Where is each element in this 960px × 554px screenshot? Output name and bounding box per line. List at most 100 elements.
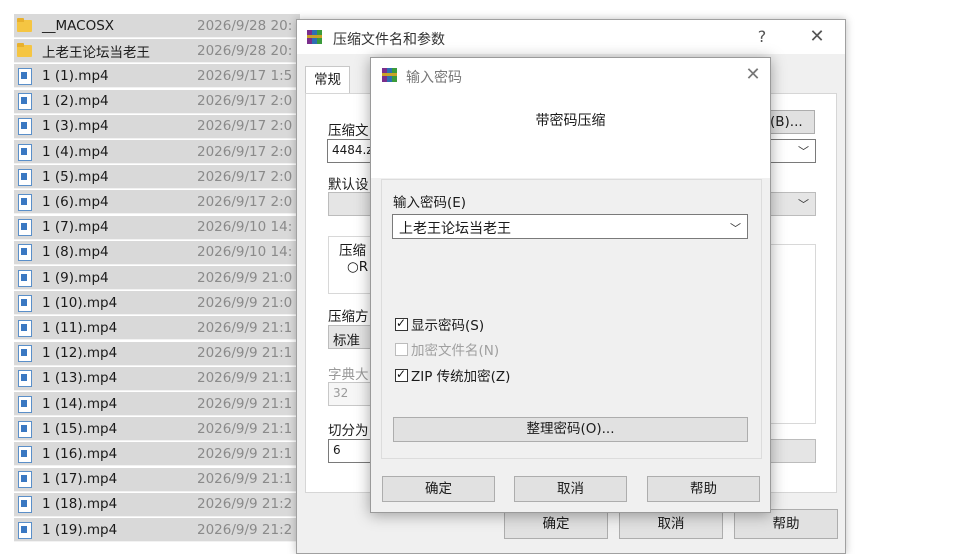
file-name: 1 (17).mp4 — [42, 471, 118, 488]
file-name: 1 (9).mp4 — [42, 269, 109, 286]
file-row[interactable]: video-file-icon 1 (5).mp4 2026/9/17 2:0 — [14, 165, 300, 190]
password-input[interactable]: 上老王论坛当老王 ﹀ — [392, 214, 748, 239]
file-name: __MACOSX — [42, 17, 115, 34]
video-file-icon: video-file-icon — [16, 218, 33, 237]
video-file-icon: video-file-icon — [16, 193, 33, 211]
close-icon[interactable]: ✕ — [803, 26, 831, 47]
chevron-down-icon[interactable]: ﹀ — [730, 220, 741, 236]
archive-name-dropdown[interactable]: ﹀ — [767, 139, 816, 163]
folder-icon: folder-icon — [16, 17, 33, 35]
file-name: 1 (6).mp4 — [42, 193, 109, 210]
password-dialog-titlebar: 输入密码 ✕ — [371, 58, 770, 92]
tab-general[interactable]: 常规 — [305, 66, 350, 94]
file-date: 2026/9/9 21:1 — [197, 445, 293, 462]
file-date: 2026/9/9 21:1 — [197, 420, 293, 437]
file-date: 2026/9/9 21:2 — [197, 521, 293, 538]
format-radio-label: R — [358, 259, 369, 275]
file-row[interactable]: video-file-icon 1 (9).mp4 2026/9/9 21:0 — [14, 266, 300, 290]
file-row[interactable]: video-file-icon 1 (10).mp4 2026/9/9 21:0 — [14, 291, 300, 316]
winrar-icon — [382, 67, 398, 83]
password-dialog: 输入密码 ✕ 带密码压缩 输入密码(E) 上老王论坛当老王 ﹀ 显示密码(S) … — [370, 57, 771, 513]
file-date: 2026/9/17 2:0 — [197, 143, 293, 160]
file-row[interactable]: video-file-icon 1 (15).mp4 2026/9/9 21:1 — [14, 417, 300, 442]
password-label: 输入密码(E) — [393, 195, 467, 211]
file-row[interactable]: video-file-icon 1 (11).mp4 2026/9/9 21:1 — [14, 316, 300, 341]
archive-ok-button[interactable]: 确定 — [504, 509, 608, 539]
password-dialog-heading: 带密码压缩 — [535, 113, 606, 129]
file-date: 2026/9/9 21:1 — [197, 471, 293, 488]
file-row[interactable]: video-file-icon 1 (19).mp4 2026/9/9 21:2 — [14, 518, 300, 542]
file-date: 2026/9/17 2:0 — [197, 193, 293, 210]
password-ok-button[interactable]: 确定 — [382, 476, 495, 502]
archive-cancel-button[interactable]: 取消 — [619, 509, 723, 539]
video-file-icon: video-file-icon — [16, 521, 33, 539]
file-date: 2026/9/17 2:0 — [197, 168, 293, 185]
file-row[interactable]: video-file-icon 1 (7).mp4 2026/9/10 14: — [14, 215, 300, 240]
parameters-button[interactable] — [767, 439, 816, 463]
dictionary-size-label: 字典大 — [328, 367, 369, 383]
file-date: 2026/9/10 14: — [197, 219, 293, 236]
checkbox-checked-icon[interactable] — [395, 367, 408, 382]
file-row[interactable]: folder-icon __MACOSX 2026/9/28 20: — [14, 14, 300, 38]
checkbox-unchecked-icon[interactable] — [395, 342, 408, 356]
file-name: 1 (14).mp4 — [42, 395, 118, 412]
password-cancel-button[interactable]: 取消 — [514, 476, 627, 502]
encrypt-filenames-checkbox[interactable]: 加密文件名(N) — [395, 339, 499, 359]
help-icon[interactable]: ? — [749, 27, 775, 46]
file-name: 1 (8).mp4 — [42, 244, 109, 261]
folder-icon: folder-icon — [16, 42, 33, 60]
file-name: 1 (5).mp4 — [42, 168, 109, 185]
file-row[interactable]: video-file-icon 1 (6).mp4 2026/9/17 2:0 — [14, 190, 300, 215]
file-row[interactable]: video-file-icon 1 (8).mp4 2026/9/10 14: — [14, 240, 300, 265]
file-row[interactable]: video-file-icon 1 (17).mp4 2026/9/9 21:1 — [14, 467, 300, 492]
browse-button[interactable]: (B)... — [767, 110, 815, 134]
file-row[interactable]: video-file-icon 1 (14).mp4 2026/9/9 21:1 — [14, 392, 300, 416]
file-row[interactable]: video-file-icon 1 (16).mp4 2026/9/9 21:1 — [14, 442, 300, 467]
organize-passwords-button[interactable]: 整理密码(O)... — [393, 417, 748, 442]
file-row[interactable]: folder-icon 上老王论坛当老王 2026/9/28 20: — [14, 39, 300, 64]
file-row[interactable]: video-file-icon 1 (18).mp4 2026/9/9 21:2 — [14, 492, 300, 517]
password-help-button[interactable]: 帮助 — [647, 476, 760, 502]
video-file-icon: video-file-icon — [16, 395, 33, 413]
checkbox-checked-icon[interactable] — [395, 316, 408, 331]
password-dialog-header: 带密码压缩 — [371, 92, 770, 178]
file-date: 2026/9/28 20: — [197, 42, 293, 59]
archive-help-button[interactable]: 帮助 — [734, 509, 838, 539]
archive-options-group — [767, 244, 816, 424]
video-file-icon: video-file-icon — [16, 445, 33, 463]
file-list: folder-icon__MACOSX2026/9/28 20:folder-i… — [0, 14, 300, 554]
archive-name-label: 压缩文 — [328, 123, 369, 139]
split-volume-label: 切分为 — [328, 423, 369, 439]
video-file-icon: video-file-icon — [16, 470, 33, 489]
chevron-down-icon: ﹀ — [798, 198, 809, 211]
file-row[interactable]: video-file-icon 1 (4).mp4 2026/9/17 2:0 — [14, 140, 300, 164]
zip-legacy-encryption-checkbox[interactable]: ZIP 传统加密(Z) — [395, 365, 510, 385]
file-date: 2026/9/9 21:1 — [197, 345, 293, 362]
password-value: 上老王论坛当老王 — [399, 221, 511, 237]
show-password-label: 显示密码(S) — [411, 318, 485, 334]
close-icon[interactable]: ✕ — [739, 64, 767, 85]
file-name: 1 (12).mp4 — [42, 345, 118, 362]
video-file-icon: video-file-icon — [16, 168, 33, 186]
archive-dialog-title: 压缩文件名和参数 — [333, 32, 445, 48]
file-date: 2026/9/17 1:5 — [197, 67, 293, 84]
update-mode-dropdown[interactable]: ﹀ — [767, 192, 816, 216]
file-date: 2026/9/9 21:1 — [197, 370, 293, 387]
zip-legacy-encryption-label: ZIP 传统加密(Z) — [411, 369, 511, 385]
file-name: 1 (3).mp4 — [42, 118, 109, 135]
video-file-icon: video-file-icon — [16, 117, 33, 136]
video-file-icon: video-file-icon — [16, 294, 33, 312]
winrar-icon — [307, 29, 323, 45]
file-row[interactable]: video-file-icon 1 (1).mp4 2026/9/17 1:5 — [14, 64, 300, 89]
video-file-icon: video-file-icon — [16, 143, 33, 161]
file-row[interactable]: video-file-icon 1 (2).mp4 2026/9/17 2:0 — [14, 89, 300, 114]
show-password-checkbox[interactable]: 显示密码(S) — [395, 314, 484, 334]
file-name: 1 (15).mp4 — [42, 420, 118, 437]
file-date: 2026/9/17 2:0 — [197, 93, 293, 110]
file-row[interactable]: video-file-icon 1 (12).mp4 2026/9/9 21:1 — [14, 341, 300, 366]
format-radio[interactable]: ○R — [347, 259, 368, 275]
file-row[interactable]: video-file-icon 1 (3).mp4 2026/9/17 2:0 — [14, 114, 300, 139]
video-file-icon: video-file-icon — [16, 420, 33, 438]
file-date: 2026/9/9 21:2 — [197, 496, 293, 513]
file-row[interactable]: video-file-icon 1 (13).mp4 2026/9/9 21:1 — [14, 366, 300, 391]
